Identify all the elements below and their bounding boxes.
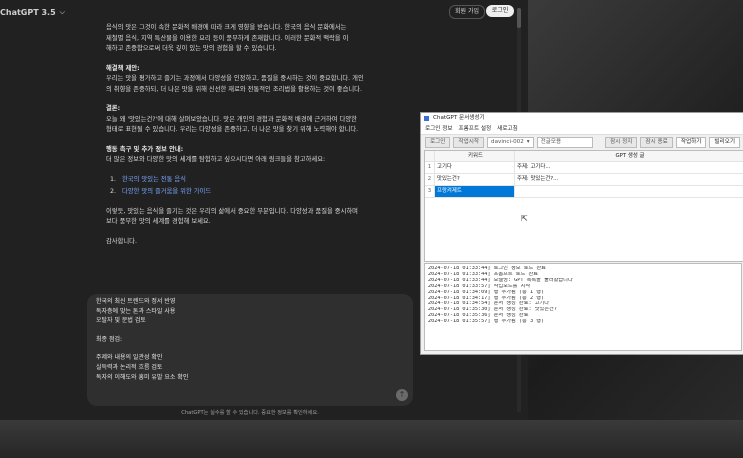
section-heading: 결론: (106, 105, 121, 112)
toolbar: 로그인 작업시작 davinci-002 ▾ 전글모용 잠시 정지 잠시 종료 작… (421, 135, 743, 149)
table-header: 키워드 GPT 생성 글 (425, 151, 743, 162)
column-header-result[interactable]: GPT 생성 글 (515, 151, 743, 161)
composer-line: 실득력과 논리적 흐름 검토 (96, 363, 163, 371)
chevron-down-icon: ▾ (526, 138, 530, 145)
composer-line: 독자층에 맞는 톤과 스타일 사용 (96, 307, 176, 315)
send-button[interactable]: ↑ (396, 389, 408, 401)
message-text: 음식의 맛은 그것이 속한 문화적 배경에 따라 크게 영향을 받습니다. 한국… (106, 24, 347, 31)
menu-prompt-settings[interactable]: 프롬프트 설정 (459, 124, 492, 134)
log-line: 2024-07-18 01:35:57] 행 추가됨 (총 3 행) (428, 319, 545, 325)
message-text: 보다 풍부한 맛의 세계를 경험해 보세요. (106, 218, 211, 225)
import-button[interactable]: 빌리오기 (709, 136, 740, 148)
composer-text[interactable]: 한국의 최신 트렌드와 정서 반영 독자층에 맞는 톤과 스타일 사용 오탈자 … (96, 297, 386, 382)
message-text: 이렇듯, 맛있는 음식을 즐기는 것은 우리의 삶에서 중요한 부분입니다. 다… (106, 207, 358, 215)
composer-line: 최종 점검: (96, 335, 123, 343)
model-name: ChatGPT 3.5 (0, 7, 56, 17)
message-text: 더 많은 정보와 다양한 맛의 세계를 탐험하고 싶으시다면 아래 링크들을 참… (106, 156, 326, 163)
app-icon (424, 116, 429, 121)
table-row[interactable]: 3 프랑켜제트 (425, 186, 743, 198)
desktop-wallpaper (0, 420, 743, 458)
keyword-cell[interactable]: 맛있는건? (435, 174, 515, 185)
disclaimer: ChatGPT는 실수를 할 수 있습니다. 중요한 정보를 확인하세요. (181, 410, 319, 416)
link-text[interactable]: 다양한 맛의 즐거움을 위한 가이드 (122, 187, 211, 198)
edit-select[interactable]: 전글모용 (536, 136, 593, 148)
table-row[interactable]: 1 고기다 주제: 고기다... (425, 162, 743, 174)
message-composer[interactable]: 한국의 최신 트렌드와 정서 반영 독자층에 맞는 톤과 스타일 사용 오탈자 … (87, 294, 413, 406)
message-text: 형태로 표현될 수 있습니다. 우리는 다양성을 존중하고, 더 나은 맛을 찾… (106, 126, 359, 133)
link-item[interactable]: 2. 다양한 맛의 즐거움을 위한 가이드 (110, 187, 412, 198)
signup-button[interactable]: 회원 가입 (449, 5, 485, 19)
start-button[interactable]: 작업시작 (453, 136, 485, 148)
link-item[interactable]: 1. 한국의 맛있는 전통 음식 (110, 175, 412, 186)
login-button[interactable]: 로그인 (486, 5, 514, 17)
composer-line: 주제와 내용의 일관성 확인 (96, 354, 163, 362)
result-cell[interactable] (515, 186, 743, 197)
model-selector[interactable]: ChatGPT 3.5 ⌵ (0, 5, 65, 19)
log-panel[interactable]: 2024-07-18 01:33:44] 로그인 정보 로드 완료 2024-0… (424, 263, 742, 351)
column-header-keyword[interactable]: 키워드 (435, 151, 515, 161)
message-text: 오늘 왜 '맛있는건?'에 대해 살펴보았습니다. 맛은 개인의 경험과 문화적… (106, 115, 357, 123)
composer-line: 오탈자 및 문법 검토 (96, 317, 146, 325)
link-text[interactable]: 한국의 맛있는 전통 음식 (122, 175, 186, 186)
composer-line: 독자의 이해도와 흥미 유발 요소 확인 (96, 373, 189, 381)
message-text: 우리는 맛을 평가하고 즐기는 과정에서 다양성을 인정하고, 품질을 중시하는… (106, 75, 364, 82)
menu-bar: 로그인 정보 프롬프트 설정 새로고침 (421, 124, 743, 135)
section-heading: 행동 촉구 및 추가 정보 안내: (106, 145, 184, 153)
result-cell[interactable]: 주제: 고기다... (515, 162, 743, 173)
message-text: 해하고 존중함으로써 더욱 깊이 있는 맛의 경험을 할 수 있습니다. (106, 45, 277, 52)
model-select[interactable]: davinci-002 ▾ (487, 136, 534, 148)
composer-line: 한국의 최신 트렌드와 정서 반영 (96, 298, 176, 305)
run-button[interactable]: 작업하기 (675, 136, 707, 148)
result-cell[interactable]: 주제: 맛있는건?... (515, 174, 743, 185)
message-text: 제철별 음식, 지역 특산물을 이용한 요리 등이 풍부하게 존재합니다. 이러… (106, 34, 349, 42)
chevron-down-icon: ⌵ (59, 7, 65, 16)
arrow-up-icon: ↑ (398, 390, 406, 399)
section-heading: 해결책 제안: (106, 64, 140, 72)
keyword-cell[interactable]: 고기다 (435, 162, 515, 173)
keyword-cell[interactable]: 프랑켜제트 (435, 186, 515, 197)
message-text: 의 취향을 존중하되, 더 나은 맛을 위해 신선한 재료와 전통적인 조리법을… (106, 85, 362, 93)
menu-refresh[interactable]: 새로고침 (497, 124, 518, 134)
pause-button[interactable]: 잠시 정지 (605, 136, 638, 148)
login-button[interactable]: 로그인 (425, 136, 451, 148)
menu-login-info[interactable]: 로그인 정보 (425, 124, 453, 134)
stop-button[interactable]: 잠시 종료 (640, 136, 673, 148)
table-row[interactable]: 2 맛있는건? 주제: 맛있는건?... (425, 174, 743, 186)
document-generator-window: ChatGPT 문서생성기 로그인 정보 프롬프트 설정 새로고침 로그인 작업… (420, 112, 743, 355)
keyword-table: 키워드 GPT 생성 글 1 고기다 주제: 고기다... 2 맛있는건? 주제… (424, 150, 743, 262)
window-title: ChatGPT 문서생성기 (433, 115, 485, 121)
scrollbar-thumb[interactable] (517, 8, 521, 28)
assistant-message: 음식의 맛은 그것이 속한 문화적 배경에 따라 크게 영향을 받습니다. 한국… (106, 20, 412, 247)
mouse-cursor-icon: ⇱ (521, 214, 528, 223)
title-bar[interactable]: ChatGPT 문서생성기 (421, 113, 743, 124)
message-text: 감사합니다. (106, 237, 137, 245)
